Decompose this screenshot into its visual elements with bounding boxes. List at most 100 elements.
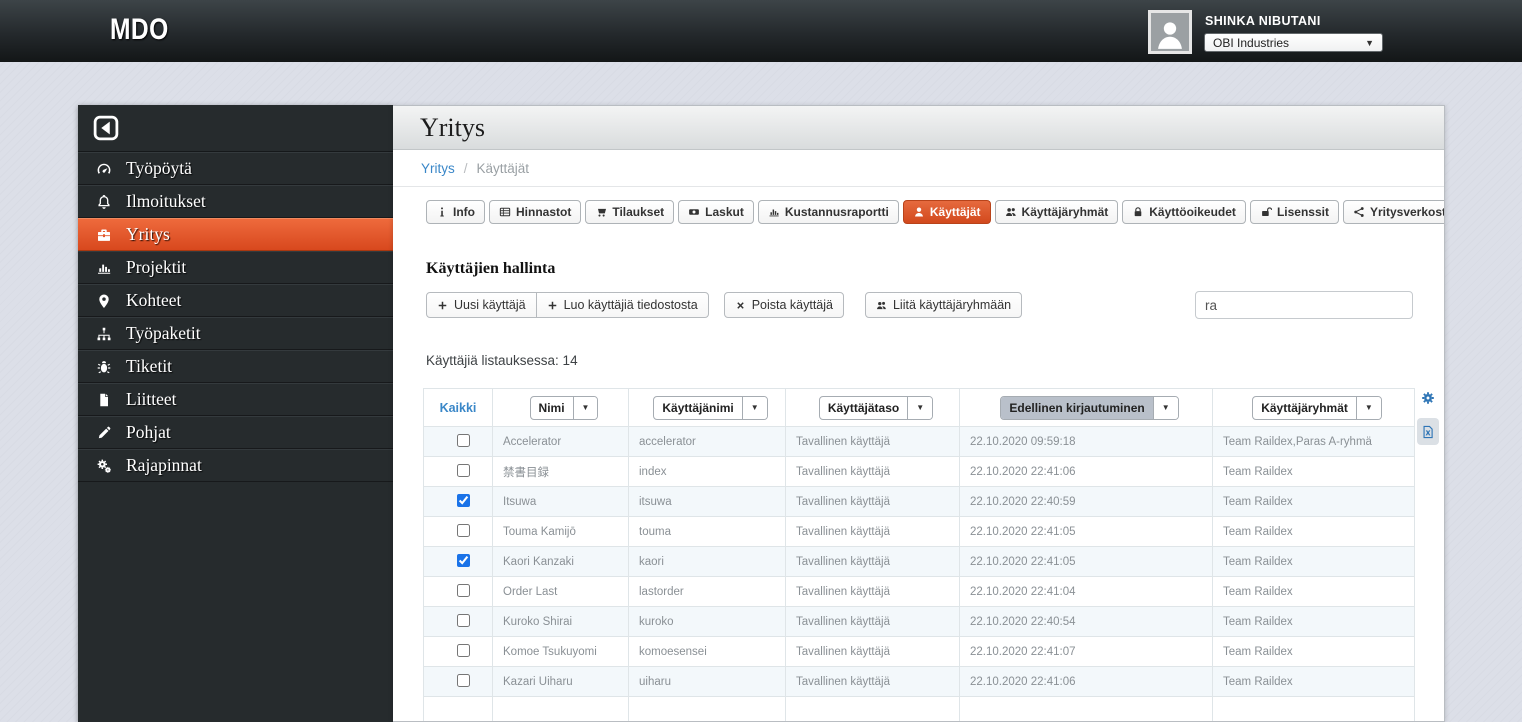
dashboard-icon xyxy=(96,161,112,177)
row-checkbox[interactable] xyxy=(456,583,470,597)
row-checkbox[interactable] xyxy=(456,673,470,687)
table-side-tools xyxy=(1417,390,1443,445)
cell-username: komoesensei xyxy=(628,636,786,667)
collapse-sidebar-icon[interactable] xyxy=(93,115,119,141)
cell-username: accelerator xyxy=(628,426,786,457)
x-icon xyxy=(735,300,746,311)
row-checkbox[interactable] xyxy=(456,613,470,627)
caret-down-icon[interactable]: ▼ xyxy=(907,396,933,419)
sidebar-item-tyopoyta[interactable]: Työpöytä xyxy=(78,152,393,185)
new-user-button[interactable]: Uusi käyttäjä xyxy=(426,292,537,318)
sidebar-item-tiketit[interactable]: Tiketit xyxy=(78,350,393,383)
tab-hinnastot[interactable]: Hinnastot xyxy=(489,200,582,224)
table-icon xyxy=(499,206,511,218)
caret-down-icon[interactable]: ▼ xyxy=(741,396,767,419)
sort-kayttajataso[interactable]: Käyttäjätaso ▼ xyxy=(818,395,934,420)
caret-down-icon[interactable]: ▼ xyxy=(1355,396,1381,419)
cell-groups: Team Raildex xyxy=(1212,666,1415,697)
delete-user-button[interactable]: Poista käyttäjä xyxy=(723,292,844,318)
tab-kayttajaryhmat[interactable]: Käyttäjäryhmät xyxy=(994,200,1119,224)
sidebar-item-liitteet[interactable]: Liitteet xyxy=(78,383,393,416)
cell-groups: Team Raildex xyxy=(1212,636,1415,667)
cell-last-login: 22.10.2020 22:41:06 xyxy=(959,666,1213,697)
tab-kustannusraportti[interactable]: Kustannusraportti xyxy=(757,200,899,224)
sidebar-item-tyopaketit[interactable]: Työpaketit xyxy=(78,317,393,350)
cell-last-login: 22.10.2020 09:59:18 xyxy=(959,426,1213,457)
table-settings-gear-icon[interactable] xyxy=(1420,390,1436,406)
cell-level: Tavallinen käyttäjä xyxy=(785,456,960,487)
tab-tilaukset[interactable]: Tilaukset xyxy=(585,200,675,224)
row-checkbox[interactable] xyxy=(456,643,470,657)
cell-last-login: 22.10.2020 22:41:05 xyxy=(959,516,1213,547)
sidebar-item-yritys[interactable]: Yritys xyxy=(78,218,393,251)
sitemap-icon xyxy=(96,326,112,342)
caret-down-icon[interactable]: ▼ xyxy=(572,396,598,419)
cogs-icon xyxy=(96,458,112,474)
tab-kayttooikeudet[interactable]: Käyttöoikeudet xyxy=(1122,200,1246,224)
cell-level: Tavallinen käyttäjä xyxy=(785,426,960,457)
cell-name: Kuroko Shirai xyxy=(492,606,629,637)
cell-level: Tavallinen käyttäjä xyxy=(785,606,960,637)
create-users-from-file-button[interactable]: Luo käyttäjiä tiedostosta xyxy=(535,292,709,318)
breadcrumb-current: Käyttäjät xyxy=(476,160,530,176)
tab-kayttajat[interactable]: Käyttäjät xyxy=(902,200,991,224)
row-checkbox[interactable] xyxy=(456,493,470,507)
cell-level: Tavallinen käyttäjä xyxy=(785,486,960,517)
row-checkbox[interactable] xyxy=(456,463,470,477)
row-checkbox[interactable] xyxy=(456,523,470,537)
cell-username: kaori xyxy=(628,546,786,577)
users-table-wrap: Kaikki Nimi ▼ Käyttäjänimi ▼ Käyttäjätaso ▼… xyxy=(423,388,1443,721)
row-checkbox[interactable] xyxy=(456,553,470,567)
sidebar-item-projektit[interactable]: Projektit xyxy=(78,251,393,284)
tab-lisenssit[interactable]: Lisenssit xyxy=(1249,200,1339,224)
breadcrumb-link-yritys[interactable]: Yritys xyxy=(421,161,455,176)
cell-name: Touma Kamijō xyxy=(492,516,629,547)
sidebar-nav: Työpöytä Ilmoitukset Yritys Projektit Ko… xyxy=(78,152,393,482)
topbar: MDO SHINKA NIBUTANI OBI Industries ▼ xyxy=(0,0,1522,62)
sort-nimi[interactable]: Nimi ▼ xyxy=(529,395,599,420)
cell-level: Tavallinen käyttäjä xyxy=(785,546,960,577)
user-search-input[interactable] xyxy=(1195,291,1413,319)
map-marker-icon xyxy=(96,293,112,309)
sidebar-item-pohjat[interactable]: Pohjat xyxy=(78,416,393,449)
plus-icon xyxy=(437,300,448,311)
briefcase-icon xyxy=(96,227,112,243)
users-icon xyxy=(876,300,887,311)
tab-laskut[interactable]: Laskut xyxy=(678,200,754,224)
bug-icon xyxy=(96,359,112,375)
cell-groups: Team Raildex,Paras A-ryhmä xyxy=(1212,426,1415,457)
row-checkbox[interactable] xyxy=(456,433,470,447)
plus-icon xyxy=(547,300,558,311)
table-row: Kazari Uiharu uiharu Tavallinen käyttäjä 22… xyxy=(423,666,1415,697)
money-icon xyxy=(688,206,700,218)
sidebar-item-ilmoitukset[interactable]: Ilmoitukset xyxy=(78,185,393,218)
table-row xyxy=(423,696,1415,721)
excel-export-button[interactable] xyxy=(1417,418,1439,445)
caret-down-icon: ▼ xyxy=(1365,37,1374,48)
cell-level: Tavallinen käyttäjä xyxy=(785,636,960,667)
create-buttons-group: Uusi käyttäjä Luo käyttäjiä tiedostosta xyxy=(426,292,709,318)
select-all-link[interactable]: Kaikki xyxy=(440,401,477,415)
table-row: Accelerator accelerator Tavallinen käyttäj… xyxy=(423,426,1415,457)
sort-kayttajanimi[interactable]: Käyttäjänimi ▼ xyxy=(653,395,768,420)
breadcrumb: Yritys / Käyttäjät xyxy=(393,150,1444,187)
cell-groups: Team Raildex xyxy=(1212,576,1415,607)
app-window: MDO SHINKA NIBUTANI OBI Industries ▼ Työ… xyxy=(0,0,1522,722)
company-tabs: Info Hinnastot Tilaukset Laskut Kustannu… xyxy=(426,200,1444,224)
sort-kayttajaryhmat[interactable]: Käyttäjäryhmät ▼ xyxy=(1252,395,1382,420)
company-select[interactable]: OBI Industries ▼ xyxy=(1204,33,1383,52)
user-count-label: Käyttäjiä listauksessa: 14 xyxy=(426,353,578,368)
tab-info[interactable]: Info xyxy=(426,200,485,224)
cell-name: Kazari Uiharu xyxy=(492,666,629,697)
cell-groups: Team Raildex xyxy=(1212,486,1415,517)
sort-edellinen-kirjautuminen[interactable]: Edellinen kirjautuminen ▼ xyxy=(1000,395,1179,420)
page-header: Yritys xyxy=(393,106,1444,150)
caret-down-icon[interactable]: ▼ xyxy=(1152,396,1178,419)
sidebar-item-kohteet[interactable]: Kohteet xyxy=(78,284,393,317)
cell-last-login: 22.10.2020 22:41:07 xyxy=(959,636,1213,667)
cell-last-login: 22.10.2020 22:40:54 xyxy=(959,606,1213,637)
cell-level: Tavallinen käyttäjä xyxy=(785,576,960,607)
tab-yritysverkosto[interactable]: Yritysverkosto xyxy=(1342,200,1444,224)
sidebar-item-rajapinnat[interactable]: Rajapinnat xyxy=(78,449,393,482)
attach-to-user-group-button[interactable]: Liitä käyttäjäryhmään xyxy=(864,292,1023,318)
